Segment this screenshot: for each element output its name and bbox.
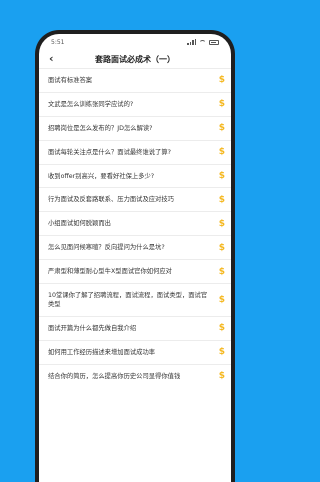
dollar-icon: $ <box>218 194 225 205</box>
list-item-label: 结合你的简历，怎么提高你历史公司显得你值钱 <box>48 372 181 380</box>
list-item[interactable]: 怎么见面问候寒暄？反向提问为什么是坑? $ <box>39 235 231 259</box>
dollar-icon: $ <box>218 99 225 110</box>
list-item[interactable]: 面试开篇为什么都先做自我介绍 $ <box>39 316 231 340</box>
status-bar: 5:51 <box>39 34 231 50</box>
dollar-icon: $ <box>218 323 225 334</box>
page-title: 套路面试必成术（一） <box>95 54 175 64</box>
list-item-label: 收到offer别高兴，要看好社保上多少? <box>48 172 155 180</box>
question-list: 面试有标准答案 $ 文武是怎么训练张同学应试的? $ 招聘岗位是怎么发布的？JD怎么解读… <box>39 68 231 388</box>
list-item-label: 10堂课你了解了招聘流程，面试流程，面试类型，面试官类型 <box>48 292 208 309</box>
list-item-label: 招聘岗位是怎么发布的？JD怎么解读? <box>48 124 153 132</box>
list-item[interactable]: 面试每轮关注点是什么？面试最终谁说了算? $ <box>39 139 231 164</box>
list-item[interactable]: 10堂课你了解了招聘流程，面试流程，面试类型，面试官类型 $ <box>39 283 231 316</box>
dollar-icon: $ <box>218 171 225 181</box>
list-item[interactable]: 严肃型和薄型耐心型牛X型面试官你如何应对 $ <box>39 259 231 283</box>
phone-frame: 5:51 ‹ 套路面试必成术（一） 面试有标准答案 $ 文武是怎么训练张同学应试的?… <box>35 30 235 482</box>
list-item-label: 面试每轮关注点是什么？面试最终谁说了算? <box>48 148 171 156</box>
battery-icon <box>209 39 219 45</box>
wifi-icon <box>199 39 206 45</box>
list-item[interactable]: 小组面试如何脱颖而出 $ <box>39 211 231 235</box>
dollar-icon: $ <box>218 266 225 277</box>
status-icons <box>187 39 219 45</box>
dollar-icon: $ <box>218 347 225 358</box>
list-item-label: 行为面试及反套路联系、压力面试及应对技巧 <box>48 196 174 204</box>
list-item[interactable]: 结合你的简历，怎么提高你历史公司显得你值钱 $ <box>39 363 231 388</box>
dollar-icon: $ <box>218 371 225 382</box>
list-item[interactable]: 行为面试及反套路联系、压力面试及应对技巧 $ <box>39 187 231 211</box>
list-item[interactable]: 招聘岗位是怎么发布的？JD怎么解读? $ <box>39 115 231 140</box>
dollar-icon: $ <box>218 242 225 253</box>
list-item-label: 面试有标准答案 <box>48 76 93 84</box>
list-item[interactable]: 如何用工作经历描述来增加面试成功率 $ <box>39 339 231 364</box>
dollar-icon: $ <box>218 123 225 134</box>
list-item-label: 文武是怎么训练张同学应试的? <box>48 100 134 108</box>
list-item[interactable]: 面试有标准答案 $ <box>39 68 231 92</box>
list-item-label: 小组面试如何脱颖而出 <box>48 220 111 228</box>
nav-bar: ‹ 套路面试必成术（一） <box>39 50 231 68</box>
dollar-icon: $ <box>218 295 225 306</box>
status-time: 5:51 <box>51 38 65 46</box>
app-screen: 5:51 ‹ 套路面试必成术（一） 面试有标准答案 $ 文武是怎么训练张同学应试的?… <box>39 34 231 482</box>
list-item-label: 如何用工作经历描述来增加面试成功率 <box>48 348 156 356</box>
back-arrow-icon[interactable]: ‹ <box>49 52 54 66</box>
dollar-icon: $ <box>218 75 225 86</box>
list-item[interactable]: 文武是怎么训练张同学应试的? $ <box>39 91 231 116</box>
dollar-icon: $ <box>218 218 225 229</box>
dollar-icon: $ <box>218 147 225 158</box>
signal-icon <box>187 39 196 45</box>
list-item-label: 严肃型和薄型耐心型牛X型面试官你如何应对 <box>48 268 172 276</box>
list-item-label: 怎么见面问候寒暄？反向提问为什么是坑? <box>48 244 165 252</box>
list-item[interactable]: 收到offer别高兴，要看好社保上多少? $ <box>39 163 231 188</box>
list-item-label: 面试开篇为什么都先做自我介绍 <box>48 324 137 332</box>
